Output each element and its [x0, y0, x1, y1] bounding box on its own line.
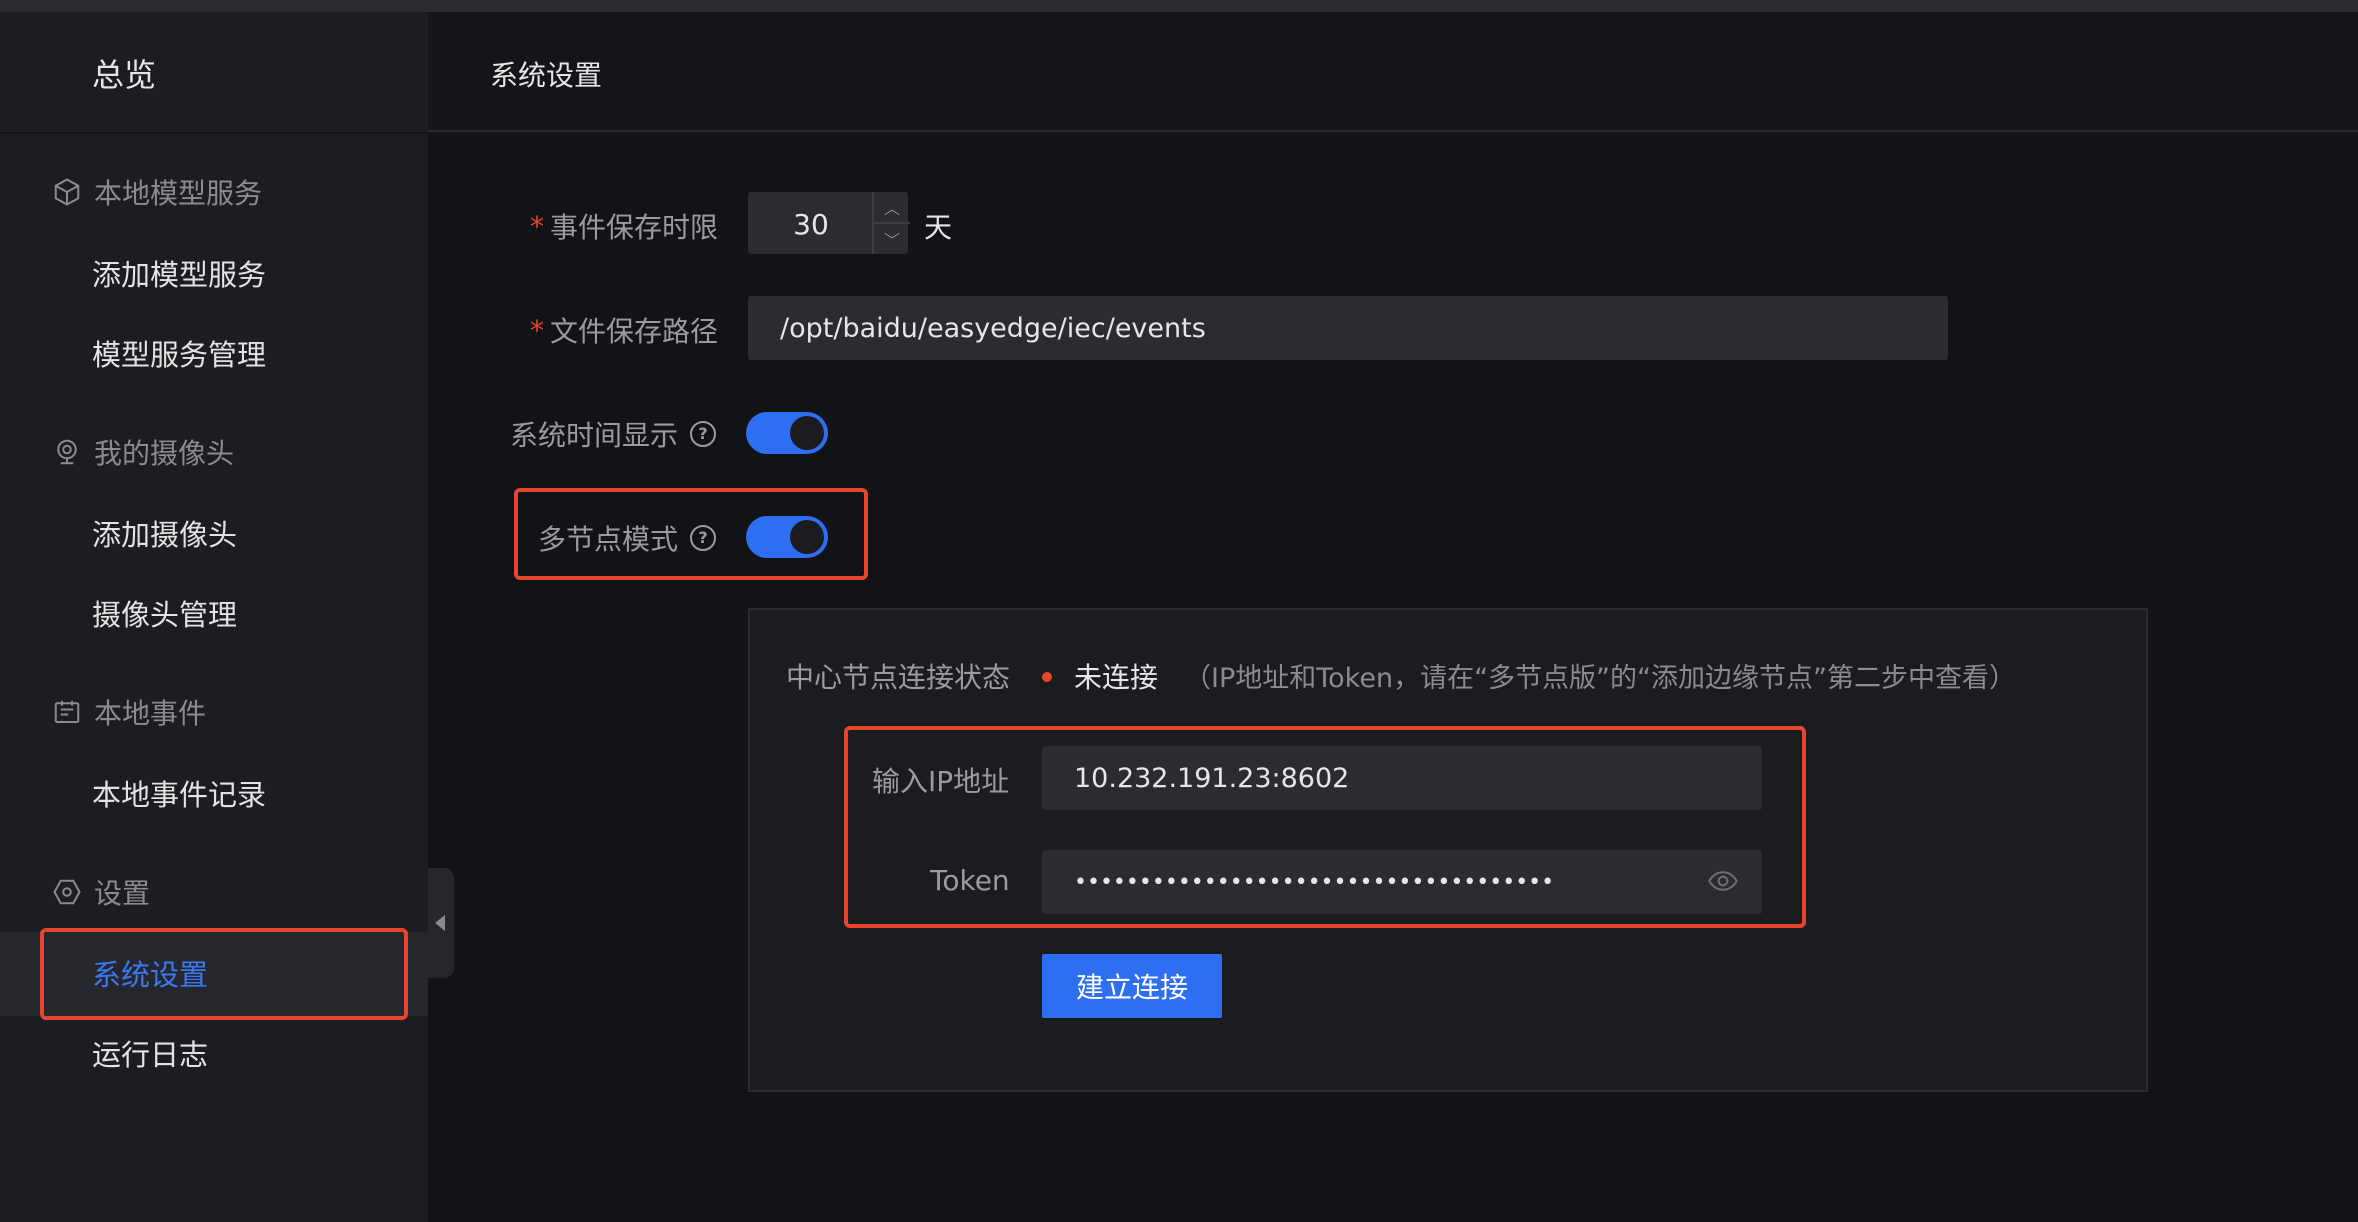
sidebar-item-event-records[interactable]: 本地事件记录 — [92, 772, 266, 814]
chevron-down-icon[interactable]: ﹀ — [874, 222, 910, 254]
page-title: 系统设置 — [490, 59, 603, 92]
file-path-input[interactable]: /opt/baidu/easyedge/iec/events — [748, 296, 1948, 360]
event-retention-stepper[interactable]: 30 ︿ ﹀ — [748, 192, 910, 254]
center-node-hint: （IP地址和Token，请在“多节点版”的“添加边缘节点”第二步中查看） — [1184, 663, 2017, 694]
event-retention-value[interactable]: 30 — [752, 208, 870, 241]
stepper-arrows: ︿ ﹀ — [872, 192, 910, 254]
status-dot — [1042, 672, 1052, 682]
sidebar-group-camera: 我的摄像头 — [52, 432, 234, 472]
sidebar: 总览 本地模型服务 添加模型服务 模型服务管理 我的摄像头 添加摄像头 摄像头管… — [0, 12, 428, 1222]
highlight-box-sidebar — [40, 928, 408, 1020]
sidebar-collapse-handle[interactable] — [428, 868, 454, 978]
event-retention-label: * 事件保存时限 — [530, 209, 719, 245]
cube-icon — [54, 178, 80, 206]
center-node-status-value: 未连接 — [1074, 661, 1159, 694]
sidebar-item-add-camera[interactable]: 添加摄像头 — [92, 512, 237, 554]
top-strip — [0, 0, 2358, 12]
sidebar-group-local-event: 本地事件 — [52, 692, 206, 732]
center-node-status-label: 中心节点连接状态 — [786, 661, 1011, 694]
settings-icon — [53, 879, 81, 905]
page-header: 系统设置 — [428, 12, 2358, 132]
highlight-box-ip-token — [844, 726, 1806, 928]
sidebar-item-model-manage[interactable]: 模型服务管理 — [92, 332, 266, 374]
event-retention-unit: 天 — [924, 211, 953, 244]
highlight-box-multi-node — [514, 488, 868, 580]
sidebar-group-model-service: 本地模型服务 — [52, 172, 262, 212]
sidebar-item-camera-manage[interactable]: 摄像头管理 — [92, 592, 237, 634]
toggle-knob — [790, 416, 824, 450]
required-mark: * — [530, 209, 544, 243]
camera-icon — [57, 439, 77, 465]
required-mark: * — [530, 313, 544, 347]
sidebar-overview-label: 总览 — [92, 56, 157, 94]
event-icon — [54, 700, 80, 723]
connect-button[interactable]: 建立连接 — [1042, 954, 1222, 1018]
sidebar-overview[interactable]: 总览 — [0, 12, 428, 134]
sidebar-item-add-model[interactable]: 添加模型服务 — [92, 252, 266, 294]
sidebar-item-run-logs[interactable]: 运行日志 — [92, 1032, 208, 1074]
chevron-up-icon[interactable]: ︿ — [874, 192, 910, 222]
sidebar-group-settings: 设置 — [52, 872, 150, 912]
system-time-toggle[interactable] — [746, 412, 828, 454]
system-time-label: 系统时间显示 ? — [510, 414, 717, 454]
help-icon[interactable]: ? — [690, 421, 717, 447]
file-path-label: * 文件保存路径 — [530, 313, 719, 349]
